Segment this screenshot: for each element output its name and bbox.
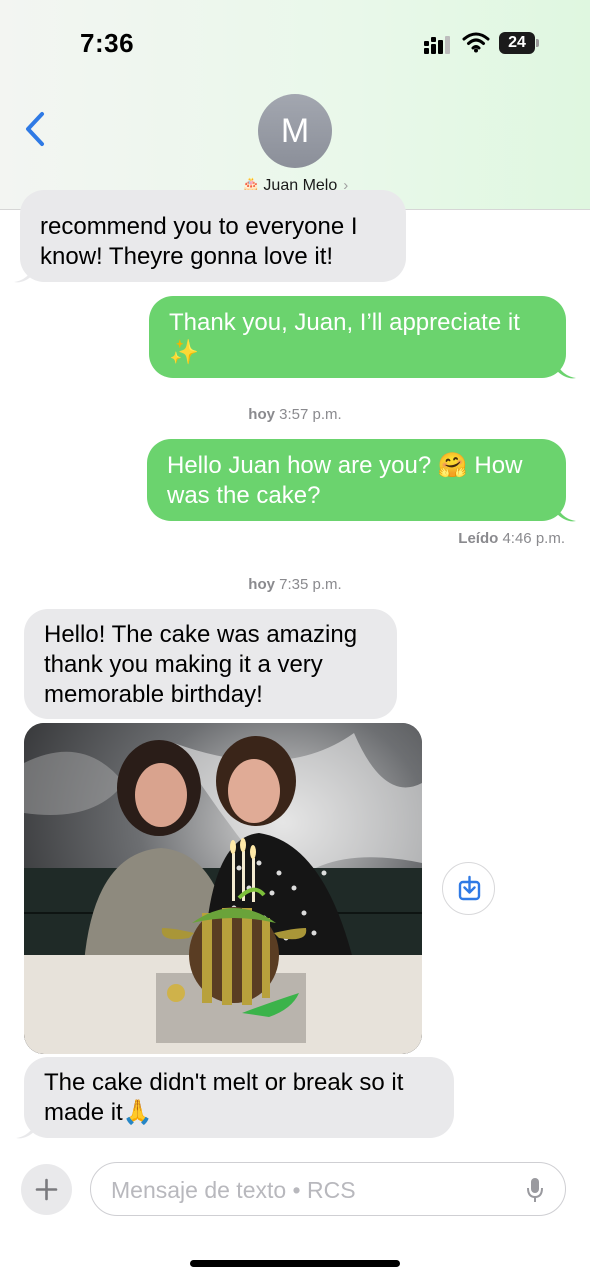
message-line: Thank you, Juan, I’ll appreciate it (169, 309, 520, 336)
photo-attachment[interactable] (24, 723, 422, 1054)
battery-level: 24 (499, 32, 535, 54)
add-attachment-button[interactable] (21, 1164, 72, 1215)
save-download-icon (458, 875, 481, 901)
conversation-header: 7:36 24 M 🎂 Juan Melo › (0, 0, 590, 210)
bubble-tail (556, 362, 576, 379)
read-receipt-label: Leído (458, 530, 499, 547)
read-receipt-time: 4:46 p.m. (502, 530, 565, 547)
message-bubble-incoming[interactable]: Hello! The cake was amazing thank you ma… (24, 609, 397, 719)
save-photo-button[interactable] (442, 862, 495, 915)
wifi-icon (462, 32, 490, 53)
battery-icon: 24 (499, 32, 539, 54)
microphone-icon[interactable] (525, 1176, 545, 1204)
timestamp-time: 3:57 p.m. (279, 406, 342, 423)
home-indicator[interactable] (190, 1260, 400, 1267)
message-line: made it🙏 (44, 1099, 153, 1126)
message-input[interactable]: Mensaje de texto • RCS (90, 1162, 566, 1216)
battery-nub (536, 39, 539, 47)
bubble-tail (14, 266, 34, 283)
message-line: was the cake? (167, 482, 321, 509)
read-receipt: Leído 4:46 p.m. (458, 530, 565, 547)
message-line: know! Theyre gonna love it! (40, 243, 334, 270)
message-line: Hello! The cake was amazing (44, 621, 358, 648)
message-bubble-incoming[interactable]: The cake didn't melt or break so it made… (24, 1057, 454, 1138)
timestamp-time: 7:35 p.m. (279, 576, 342, 593)
message-line: recommend you to everyone I (40, 213, 358, 240)
message-line: Hello Juan how are you? 🤗 How (167, 452, 523, 479)
back-chevron-icon[interactable] (22, 110, 48, 148)
message-bubble-incoming[interactable]: recommend you to everyone I know! Theyre… (20, 190, 406, 282)
message-line: thank you making it a very (44, 651, 323, 678)
birthday-photo-illustration (24, 723, 422, 1054)
message-line: ✨ (169, 339, 199, 366)
timestamp-day: hoy (248, 406, 275, 423)
avatar[interactable]: M (258, 94, 332, 168)
timestamp: hoy 3:57 p.m. (0, 406, 590, 423)
bubble-tail (556, 505, 576, 522)
timestamp: hoy 7:35 p.m. (0, 576, 590, 593)
timestamp-day: hoy (248, 576, 275, 593)
signal-icon (424, 36, 450, 54)
message-bubble-outgoing[interactable]: Hello Juan how are you? 🤗 How was the ca… (147, 439, 566, 521)
message-line: memorable birthday! (44, 681, 263, 708)
message-bubble-outgoing[interactable]: Thank you, Juan, I’ll appreciate it ✨ (149, 296, 566, 378)
status-time: 7:36 (80, 28, 135, 58)
message-input-placeholder: Mensaje de texto • RCS (111, 1177, 356, 1203)
plus-icon (35, 1178, 58, 1201)
message-line: The cake didn't melt or break so it (44, 1069, 404, 1096)
bubble-tail (16, 1122, 36, 1139)
